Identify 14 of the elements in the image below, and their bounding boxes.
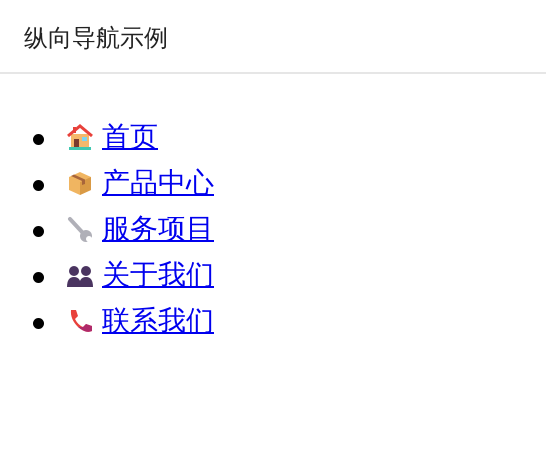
bullet [33, 134, 44, 144]
house-icon [66, 123, 94, 151]
bullet [33, 318, 44, 328]
bullet [33, 272, 44, 282]
box-icon [66, 169, 94, 197]
nav-link[interactable]: 产品中心 [66, 166, 214, 200]
wrench-icon [66, 215, 94, 243]
nav-link[interactable]: 关于我们 [66, 258, 214, 292]
page-title: 纵向导航示例 [24, 23, 169, 54]
bullet [33, 226, 44, 236]
bullet [33, 180, 44, 190]
nav-link[interactable]: 联系我们 [66, 304, 214, 338]
nav-link[interactable]: 服务项目 [66, 212, 214, 246]
nav-link[interactable]: 首页 [66, 120, 158, 154]
